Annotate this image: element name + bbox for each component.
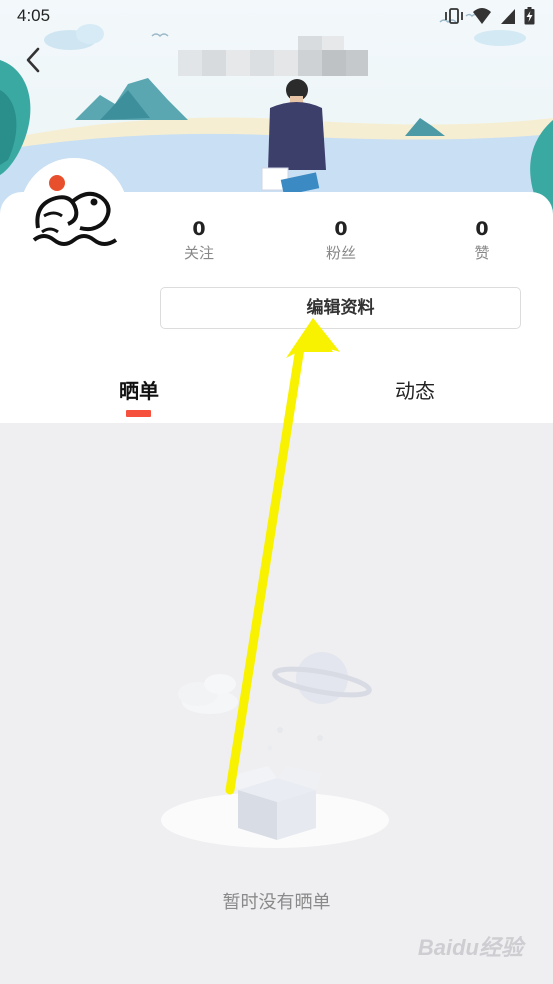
- stat-following-value: 0: [192, 218, 206, 240]
- status-bar: 4:05: [0, 0, 553, 32]
- stat-likes-label: 赞: [474, 244, 490, 262]
- tab-moments[interactable]: 动态: [376, 377, 454, 405]
- stat-followers-label: 粉丝: [325, 244, 356, 262]
- edit-profile-button[interactable]: 编辑资料: [160, 287, 521, 329]
- chevron-left-icon: [26, 47, 40, 73]
- stat-followers[interactable]: 0 粉丝: [301, 217, 381, 263]
- avatar-logo: [20, 158, 128, 266]
- tab-show-orders[interactable]: 晒单: [100, 377, 178, 405]
- status-time: 4:05: [17, 6, 51, 25]
- empty-box-illustration: [161, 652, 389, 848]
- wifi-icon: [473, 8, 491, 24]
- username-obscured: [178, 36, 368, 76]
- vibrate-icon: [445, 8, 463, 24]
- watermark: Baidu经验: [417, 935, 523, 960]
- stat-following[interactable]: 0 关注: [159, 217, 239, 263]
- active-tab-indicator: [126, 410, 151, 417]
- back-button[interactable]: [18, 42, 48, 78]
- stat-likes[interactable]: 0 赞: [442, 217, 522, 263]
- signal-icon: [501, 9, 515, 24]
- stat-followers-value: 0: [334, 218, 348, 240]
- battery-charging-icon: [524, 7, 535, 25]
- status-icons: [444, 7, 535, 25]
- stat-following-label: 关注: [183, 244, 214, 262]
- stat-likes-value: 0: [475, 218, 489, 240]
- empty-state-text: 暂时没有晒单: [222, 892, 331, 913]
- avatar[interactable]: [20, 158, 128, 266]
